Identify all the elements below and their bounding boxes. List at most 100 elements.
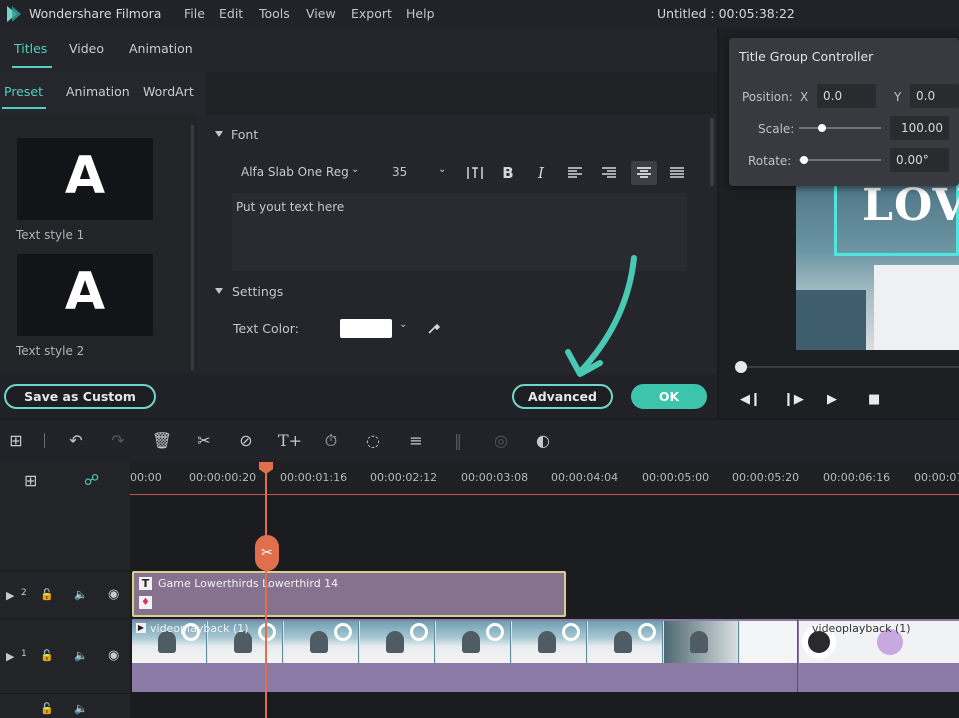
rotate-slider-knob[interactable] (800, 156, 808, 164)
add-text-icon[interactable]: T+ (278, 430, 302, 452)
toolbar-divider (44, 433, 45, 448)
menu-bar: Wondershare Filmora File Edit Tools View… (0, 0, 959, 28)
tab-sub-animation[interactable]: Animation (66, 84, 130, 99)
play-icon[interactable]: ▶ (827, 392, 837, 407)
mute-icon[interactable]: 🔈 (74, 702, 88, 715)
video-clip-2-label: videoplayback (1) (812, 622, 911, 635)
eye-icon[interactable]: ◉ (108, 587, 119, 602)
menu-help[interactable]: Help (406, 6, 435, 21)
eye-icon[interactable]: ◉ (108, 648, 119, 663)
scale-slider-knob[interactable] (818, 124, 826, 132)
color-icon[interactable]: ◌ (362, 430, 384, 452)
rotate-input[interactable]: 0.00° (890, 148, 949, 172)
audio-wave-icon[interactable]: ‖ (447, 430, 469, 452)
chevron-down-icon[interactable]: ⌄ (399, 319, 407, 330)
document-title: Untitled : 00:05:38:22 (657, 6, 795, 21)
playback-progress-knob[interactable] (735, 361, 747, 373)
menu-tools[interactable]: Tools (259, 6, 290, 21)
tag-icon[interactable]: ⊘ (235, 430, 257, 452)
lock-icon[interactable]: 🔓 (40, 588, 54, 601)
track-header-top (0, 462, 130, 570)
x-label: X (800, 90, 809, 104)
menu-view[interactable]: View (306, 6, 336, 21)
title-clip[interactable]: T Game Lowerthirds Lowerthird 14 ♦ (132, 571, 566, 617)
ruler-label: 00:00:07 (914, 471, 959, 484)
title-group-controller: Title Group Controller Position: X 0.0 Y… (729, 38, 959, 186)
timeline-toolbar (0, 420, 959, 462)
justify-icon (670, 167, 684, 178)
bold-button[interactable]: B (495, 161, 521, 185)
preset-card-1[interactable]: A (17, 138, 153, 220)
mute-icon[interactable]: 🔈 (74, 588, 88, 601)
align-center-icon (637, 167, 651, 178)
ruler-label: 00:00:00:20 (189, 471, 257, 484)
step-play-icon[interactable]: ❙▶ (783, 392, 804, 407)
align-right-icon (602, 167, 616, 178)
mute-icon[interactable]: 🔈 (74, 649, 88, 662)
filmora-logo-icon (7, 6, 21, 22)
tab-preset[interactable]: Preset (4, 84, 43, 99)
position-x-input[interactable]: 0.0 (817, 84, 876, 108)
delete-icon[interactable]: 🗑 (151, 430, 173, 452)
playhead-line[interactable] (265, 468, 267, 718)
position-label: Position: (742, 90, 793, 104)
preset-1-letter: A (64, 146, 106, 206)
align-right-button[interactable] (596, 161, 622, 185)
lock-icon[interactable]: 🔓 (40, 702, 54, 715)
redo-icon[interactable]: ↷ (107, 430, 129, 452)
scale-slider-track[interactable] (799, 127, 881, 129)
adjust-icon[interactable]: ≡ (405, 430, 427, 452)
text-color-swatch[interactable] (340, 319, 392, 338)
ruler-label: 00:00:04:04 (551, 471, 619, 484)
preset-scrollbar[interactable] (191, 125, 194, 370)
ruler-label: 00:00:05:20 (732, 471, 800, 484)
menu-file[interactable]: File (184, 6, 205, 21)
ruler-label: 00:00:03:08 (461, 471, 529, 484)
previous-frame-icon[interactable]: ◀❙ (740, 392, 761, 407)
track-2-header: ▶ 2 🔓 🔈 ◉ (0, 571, 130, 618)
preset-list: A Text style 1 A Text style 2 (0, 114, 198, 374)
menu-edit[interactable]: Edit (219, 6, 243, 21)
lock-icon[interactable]: 🔓 (40, 649, 54, 662)
stop-icon[interactable]: ■ (868, 392, 880, 407)
rotate-slider-track[interactable] (799, 159, 881, 161)
position-y-input[interactable]: 0.0 (910, 84, 959, 108)
advanced-button[interactable]: Advanced (512, 384, 613, 409)
editor-scrollbar[interactable] (710, 118, 714, 186)
eyedropper-icon[interactable] (426, 320, 442, 336)
split-scissors-icon[interactable]: ✂ (255, 535, 279, 571)
menu-export[interactable]: Export (351, 6, 392, 21)
tab-preset-underline (2, 107, 46, 109)
settings-collapse-icon[interactable] (215, 288, 223, 294)
align-left-button[interactable] (562, 161, 588, 185)
italic-button[interactable]: I (528, 161, 554, 185)
green-screen-icon[interactable]: ◐ (532, 430, 554, 452)
motion-track-icon[interactable]: ◎ (490, 430, 512, 452)
link-icon[interactable]: ☍ (84, 471, 99, 489)
cut-icon[interactable]: ✂ (193, 430, 215, 452)
preset-2-letter: A (64, 262, 106, 322)
font-size-select[interactable]: 35 ⌄ (384, 160, 454, 184)
letter-spacing-button[interactable] (462, 161, 488, 185)
tab-video[interactable]: Video (69, 41, 104, 56)
save-as-custom-button[interactable]: Save as Custom (4, 384, 156, 409)
font-collapse-icon[interactable] (215, 131, 223, 137)
add-track-icon[interactable]: ⊞ (24, 471, 37, 490)
layout-grid-icon[interactable]: ⊞ (5, 430, 27, 452)
align-center-button[interactable] (631, 161, 657, 185)
speed-icon[interactable]: ⏱ (320, 430, 342, 452)
scale-input[interactable]: 100.00 (890, 116, 949, 140)
preview-video: LOV (796, 170, 959, 350)
tab-animation[interactable]: Animation (129, 41, 193, 56)
justify-button[interactable] (664, 161, 690, 185)
tab-titles[interactable]: Titles (14, 41, 47, 56)
font-family-select[interactable]: Alfa Slab One Reg ⌄ (232, 160, 368, 184)
ok-button[interactable]: OK (631, 384, 707, 409)
playback-progress-track[interactable] (740, 366, 959, 368)
undo-icon[interactable]: ↶ (65, 430, 87, 452)
track-2-number: 2 (21, 588, 27, 598)
preset-card-2[interactable]: A (17, 254, 153, 336)
app-title: Wondershare Filmora (29, 6, 162, 21)
font-heading: Font (231, 127, 259, 142)
tab-wordart[interactable]: WordArt (143, 84, 194, 99)
